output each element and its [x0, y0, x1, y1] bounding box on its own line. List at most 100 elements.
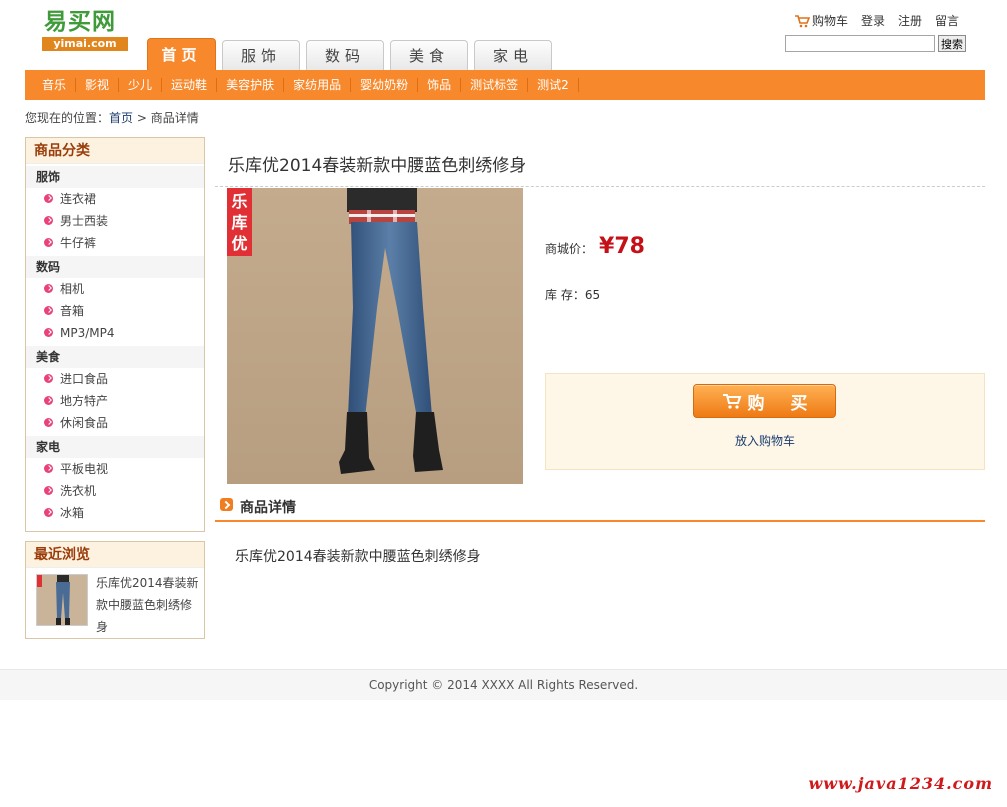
title-divider — [215, 186, 985, 187]
category-group-title[interactable]: 家电 — [26, 436, 204, 458]
arrow-bullet-icon — [44, 418, 53, 427]
price-row: 商城价： ¥78 — [545, 234, 645, 259]
tab-food[interactable]: 美食 — [390, 40, 468, 70]
main-nav-tabs: 首页 服饰 数码 美食 家电 — [147, 38, 552, 70]
arrow-bullet-icon — [44, 328, 53, 337]
sub-nav-bar: 音乐 影视 少儿 运动鞋 美容护肤 家纺用品 婴幼奶粉 饰品 测试标签 测试2 — [25, 70, 985, 100]
shopping-cart-icon — [722, 394, 741, 409]
copyright-text: Copyright © 2014 XXXX All Rights Reserve… — [368, 678, 639, 692]
arrow-bullet-icon — [44, 508, 53, 517]
arrow-bullet-icon — [44, 464, 53, 473]
category-panel: 商品分类 服饰 连衣裙 男士西装 牛仔裤 数码 相机 音箱 MP3/MP4 美食… — [25, 137, 205, 532]
category-item-label: 相机 — [60, 282, 85, 296]
tab-appliances[interactable]: 家电 — [474, 40, 552, 70]
recent-viewed-panel: 最近浏览 乐库优2014春装新款中腰蓝色刺绣修身 — [25, 541, 205, 639]
sub-nav-item[interactable]: 美容护肤 — [217, 78, 285, 92]
price-value: ¥78 — [599, 234, 645, 259]
category-item[interactable]: MP3/MP4 — [26, 322, 204, 344]
price-label: 商城价： — [545, 242, 594, 256]
category-item-label: 地方特产 — [60, 394, 109, 408]
product-detail-title: 商品详情 — [240, 500, 296, 516]
recent-viewed-title: 最近浏览 — [26, 542, 204, 568]
sub-nav-item[interactable]: 家纺用品 — [284, 78, 352, 92]
site-watermark: www.java1234.com — [808, 774, 993, 793]
category-item-label: 男士西装 — [60, 214, 109, 228]
stock-value: 65 — [584, 288, 601, 302]
add-to-cart-link[interactable]: 放入购物车 — [546, 432, 984, 449]
recent-product-thumbnail[interactable] — [36, 574, 88, 626]
sub-nav-item[interactable]: 测试2 — [528, 78, 579, 92]
sub-nav-item[interactable]: 测试标签 — [461, 78, 529, 92]
category-item-label: 牛仔裤 — [60, 236, 97, 250]
site-logo[interactable]: 易买网 yimai.com — [42, 8, 130, 52]
logo-text: 易买网 — [44, 8, 116, 35]
login-link[interactable]: 登录 — [861, 12, 885, 29]
buy-panel: 购 买 放入购物车 — [545, 373, 985, 470]
tab-digital[interactable]: 数码 — [306, 40, 384, 70]
message-link[interactable]: 留言 — [935, 12, 959, 29]
category-group-title[interactable]: 美食 — [26, 346, 204, 368]
category-item[interactable]: 相机 — [26, 278, 204, 300]
product-detail-text: 乐库优2014春装新款中腰蓝色刺绣修身 — [235, 549, 481, 565]
arrow-bullet-icon — [44, 396, 53, 405]
search-bar: 搜索 — [785, 35, 966, 52]
arrow-bullet-icon — [44, 194, 53, 203]
search-input[interactable] — [785, 35, 935, 52]
buy-button[interactable]: 购 买 — [693, 384, 836, 418]
sub-nav-item[interactable]: 饰品 — [418, 78, 462, 92]
jeans-thumbnail-image — [37, 575, 87, 625]
category-item[interactable]: 进口食品 — [26, 368, 204, 390]
category-item-label: 进口食品 — [60, 372, 109, 386]
tab-apparel[interactable]: 服饰 — [222, 40, 300, 70]
product-title: 乐库优2014春装新款中腰蓝色刺绣修身 — [228, 156, 527, 176]
logo-domain: yimai.com — [42, 37, 128, 51]
jeans-product-photo — [227, 188, 523, 484]
sub-nav-item[interactable]: 运动鞋 — [162, 78, 218, 92]
buy-button-label: 购 买 — [747, 393, 818, 414]
category-item-label: 连衣裙 — [60, 192, 97, 206]
category-item-label: 休闲食品 — [60, 416, 109, 430]
category-item[interactable]: 连衣裙 — [26, 188, 204, 210]
category-item-label: 洗衣机 — [60, 484, 97, 498]
sub-nav-item[interactable]: 影视 — [76, 78, 120, 92]
arrow-bullet-icon — [44, 374, 53, 383]
category-item[interactable]: 平板电视 — [26, 458, 204, 480]
breadcrumb-separator: > — [136, 111, 147, 125]
sub-nav-item[interactable]: 婴幼奶粉 — [351, 78, 419, 92]
breadcrumb: 您现在的位置：首页 > 商品详情 — [25, 109, 199, 126]
cart-link-label: 购物车 — [811, 14, 848, 28]
stock-row: 库 存：65 — [545, 286, 600, 303]
footer: Copyright © 2014 XXXX All Rights Reserve… — [0, 669, 1007, 700]
brand-badge: 乐库优 — [227, 188, 252, 256]
register-link[interactable]: 注册 — [898, 12, 922, 29]
category-item-label: MP3/MP4 — [60, 326, 115, 340]
category-item[interactable]: 冰箱 — [26, 502, 204, 524]
product-detail-header: 商品详情 — [215, 494, 985, 522]
tab-home[interactable]: 首页 — [147, 38, 216, 70]
breadcrumb-home-link[interactable]: 首页 — [109, 111, 133, 125]
sub-nav-item[interactable]: 少儿 — [119, 78, 163, 92]
arrow-bullet-icon — [44, 216, 53, 225]
breadcrumb-prefix: 您现在的位置： — [25, 111, 110, 125]
arrow-bullet-icon — [44, 238, 53, 247]
category-item-label: 平板电视 — [60, 462, 109, 476]
top-links: 购物车 登录 注册 留言 — [794, 12, 959, 29]
breadcrumb-current: 商品详情 — [150, 111, 199, 125]
category-item[interactable]: 音箱 — [26, 300, 204, 322]
arrow-bullet-icon — [44, 284, 53, 293]
category-item[interactable]: 休闲食品 — [26, 412, 204, 434]
category-item-label: 冰箱 — [60, 506, 85, 520]
cart-link[interactable]: 购物车 — [794, 12, 848, 29]
category-item[interactable]: 牛仔裤 — [26, 232, 204, 254]
search-button[interactable]: 搜索 — [938, 35, 966, 52]
category-group-title[interactable]: 数码 — [26, 256, 204, 278]
arrow-bullet-icon — [44, 486, 53, 495]
category-item[interactable]: 地方特产 — [26, 390, 204, 412]
category-group-title[interactable]: 服饰 — [26, 166, 204, 188]
category-item[interactable]: 男士西装 — [26, 210, 204, 232]
recent-product-link[interactable]: 乐库优2014春装新款中腰蓝色刺绣修身 — [96, 572, 200, 638]
sub-nav-item[interactable]: 音乐 — [33, 78, 77, 92]
category-item-label: 音箱 — [60, 304, 85, 318]
product-image[interactable]: 乐库优 — [227, 188, 523, 484]
category-item[interactable]: 洗衣机 — [26, 480, 204, 502]
